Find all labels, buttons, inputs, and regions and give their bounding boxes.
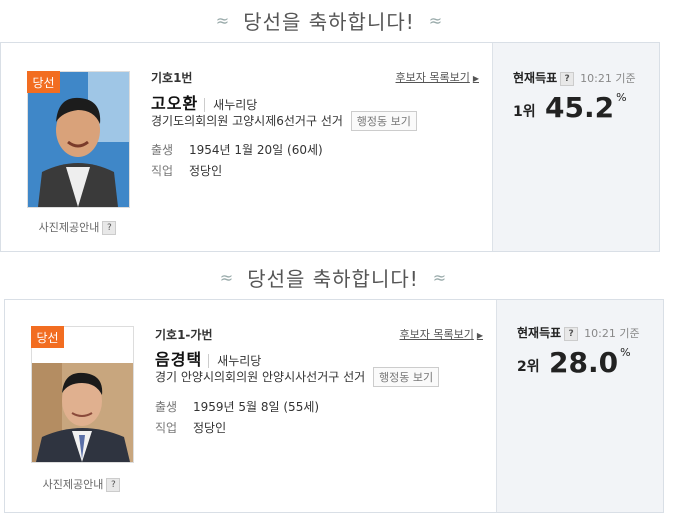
vote-percent: 45.2% bbox=[545, 91, 627, 124]
vote-percent-value: 45.2 bbox=[545, 91, 615, 124]
photo-notice[interactable]: 사진제공안내? bbox=[31, 476, 132, 492]
vote-percent: 28.0% bbox=[549, 346, 631, 379]
photo-notice-label: 사진제공안내 bbox=[38, 221, 100, 234]
district-name: 경기 안양시의회의원 안양시사선거구 선거 bbox=[155, 370, 366, 384]
elected-badge: 당선 bbox=[31, 326, 64, 348]
birth-value: 1959년 5월 8일 (55세) bbox=[193, 400, 320, 414]
wave-icon: ≈ bbox=[428, 10, 443, 30]
candidate-list-label: 후보자 목록보기 bbox=[399, 328, 474, 341]
arrow-right-icon: ▶ bbox=[472, 74, 479, 83]
update-time: 10:21 기준 bbox=[584, 327, 640, 340]
job-row: 직업 정당인 bbox=[151, 162, 222, 179]
party-name: 새누리당 bbox=[208, 354, 262, 368]
candidate-info: 당선 사진제공안내? 기호1-가번 후보자 목록보기 ▶ 음경택 새누리당 경기… bbox=[5, 300, 495, 512]
help-icon[interactable]: ? bbox=[564, 326, 579, 341]
candidate-card: 당선 사진제공안내? 기호1-가번 후보자 목록보기 ▶ 음경택 새누리당 경기… bbox=[4, 299, 664, 513]
candidate-info: 당선 사진제공안내? 기호1번 후보자 목록보기 ▶ 고오환 새누리당 경기도의회의… bbox=[1, 43, 491, 251]
vote-panel: 현재득표? 10:21 기준 2위 28.0% bbox=[496, 300, 663, 512]
district-name: 경기도의회의원 고양시제6선거구 선거 bbox=[151, 114, 343, 128]
help-icon[interactable]: ? bbox=[102, 221, 117, 235]
banner-text: 당선을 축하합니다! bbox=[247, 266, 419, 291]
birth-row: 출생 1959년 5월 8일 (55세) bbox=[155, 398, 319, 415]
candidate-number: 기호1번 bbox=[151, 71, 193, 85]
birth-value: 1954년 1월 20일 (60세) bbox=[189, 143, 323, 157]
birth-row: 출생 1954년 1월 20일 (60세) bbox=[151, 141, 323, 158]
candidate-number: 기호1-가번 bbox=[155, 328, 213, 342]
candidate-card: 당선 사진제공안내? 기호1번 후보자 목록보기 ▶ 고오환 새누리당 경기도의회의… bbox=[0, 42, 660, 252]
percent-sign: % bbox=[616, 91, 627, 104]
current-votes-label: 현재득표 bbox=[513, 71, 558, 85]
vote-rank: 2위 bbox=[517, 359, 540, 375]
update-time: 10:21 기준 bbox=[580, 72, 636, 85]
congrats-banner: ≈ 당선을 축하합니다! ≈ bbox=[4, 257, 662, 297]
birth-label: 출생 bbox=[151, 143, 174, 157]
candidate-list-link[interactable]: 후보자 목록보기 ▶ bbox=[400, 326, 484, 342]
arrow-right-icon: ▶ bbox=[476, 331, 483, 340]
photo-notice-label: 사진제공안내 bbox=[42, 478, 104, 491]
view-district-button[interactable]: 행정동 보기 bbox=[350, 111, 417, 131]
vote-percent-value: 28.0 bbox=[549, 346, 619, 379]
district-row: 경기 안양시의회의원 안양시사선거구 선거 행정동 보기 bbox=[155, 367, 440, 387]
wave-icon: ≈ bbox=[215, 10, 230, 30]
percent-sign: % bbox=[620, 346, 631, 359]
current-votes-label: 현재득표 bbox=[517, 326, 562, 340]
current-votes-title: 현재득표? 10:21 기준 bbox=[517, 324, 640, 341]
vote-rank: 1위 bbox=[513, 104, 536, 120]
view-district-button[interactable]: 행정동 보기 bbox=[373, 367, 440, 387]
job-label: 직업 bbox=[151, 164, 174, 178]
banner-text: 당선을 축하합니다! bbox=[243, 9, 415, 34]
wave-icon: ≈ bbox=[219, 267, 234, 287]
wave-icon: ≈ bbox=[432, 267, 447, 287]
candidate-list-link[interactable]: 후보자 목록보기 ▶ bbox=[396, 69, 480, 85]
job-value: 정당인 bbox=[193, 421, 227, 435]
congrats-banner: ≈ 당선을 축하합니다! ≈ bbox=[0, 0, 658, 40]
help-icon[interactable]: ? bbox=[106, 478, 121, 492]
district-row: 경기도의회의원 고양시제6선거구 선거 행정동 보기 bbox=[151, 111, 417, 131]
photo-notice[interactable]: 사진제공안내? bbox=[27, 219, 128, 235]
help-icon[interactable]: ? bbox=[560, 71, 575, 86]
elected-badge: 당선 bbox=[27, 71, 60, 93]
job-label: 직업 bbox=[155, 421, 178, 435]
job-value: 정당인 bbox=[189, 164, 223, 178]
job-row: 직업 정당인 bbox=[155, 419, 226, 436]
party-name: 새누리당 bbox=[204, 98, 258, 112]
candidate-list-label: 후보자 목록보기 bbox=[395, 71, 470, 84]
current-votes-title: 현재득표? 10:21 기준 bbox=[513, 69, 636, 86]
birth-label: 출생 bbox=[155, 400, 178, 414]
vote-panel: 현재득표? 10:21 기준 1위 45.2% bbox=[492, 43, 659, 251]
